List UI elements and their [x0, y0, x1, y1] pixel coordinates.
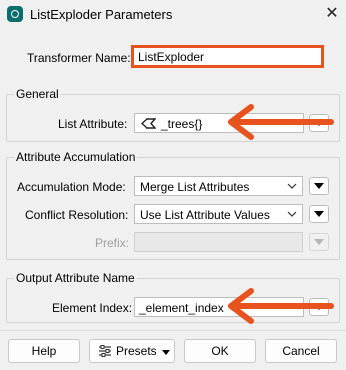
accumulation-mode-value: Merge List Attributes [140, 180, 250, 194]
accumulation-mode-select[interactable]: Merge List Attributes [134, 176, 303, 196]
prefix-label: Prefix: [95, 236, 130, 250]
prefix-menu-button [309, 233, 329, 251]
list-attribute-icon [141, 118, 156, 129]
chevron-down-icon [287, 211, 297, 217]
arrow-annotation-icon [228, 104, 334, 140]
close-icon[interactable]: ✕ [322, 3, 342, 25]
transformer-name-input[interactable]: ListExploder [131, 45, 324, 68]
general-group-title: General [14, 87, 61, 101]
transformer-name-value: ListExploder [138, 50, 205, 64]
window-title: ListExploder Parameters [30, 7, 173, 22]
attribute-accumulation-title: Attribute Accumulation [14, 150, 138, 164]
menu-triangle-icon [314, 183, 324, 189]
arrow-annotation-icon [228, 288, 334, 324]
menu-triangle-icon [314, 239, 324, 245]
help-button[interactable]: Help [8, 339, 80, 363]
presets-dropdown-icon [162, 350, 170, 355]
element-index-value: _element_index [139, 301, 224, 315]
presets-icon [99, 345, 111, 357]
conflict-resolution-value: Use List Attribute Values [140, 208, 270, 222]
chevron-down-icon [287, 183, 297, 189]
list-attribute-value: _trees{} [161, 117, 203, 131]
conflict-resolution-select[interactable]: Use List Attribute Values [134, 204, 303, 224]
accumulation-mode-label: Accumulation Mode: [17, 180, 126, 194]
prefix-input [134, 232, 303, 252]
footer-separator [0, 330, 346, 331]
conflict-resolution-menu-button[interactable] [309, 205, 329, 223]
output-attribute-title: Output Attribute Name [14, 271, 137, 285]
menu-triangle-icon [314, 211, 324, 217]
presets-label: Presets [116, 344, 157, 358]
cancel-button[interactable]: Cancel [265, 339, 337, 363]
app-icon [7, 6, 23, 22]
element-index-label: Element Index: [52, 301, 133, 315]
presets-button[interactable]: Presets [89, 339, 175, 363]
list-attribute-label: List Attribute: [58, 117, 128, 131]
ok-button[interactable]: OK [184, 339, 256, 363]
transformer-name-label: Transformer Name: [27, 51, 131, 65]
conflict-resolution-label: Conflict Resolution: [25, 208, 129, 222]
accumulation-mode-menu-button[interactable] [309, 177, 329, 195]
